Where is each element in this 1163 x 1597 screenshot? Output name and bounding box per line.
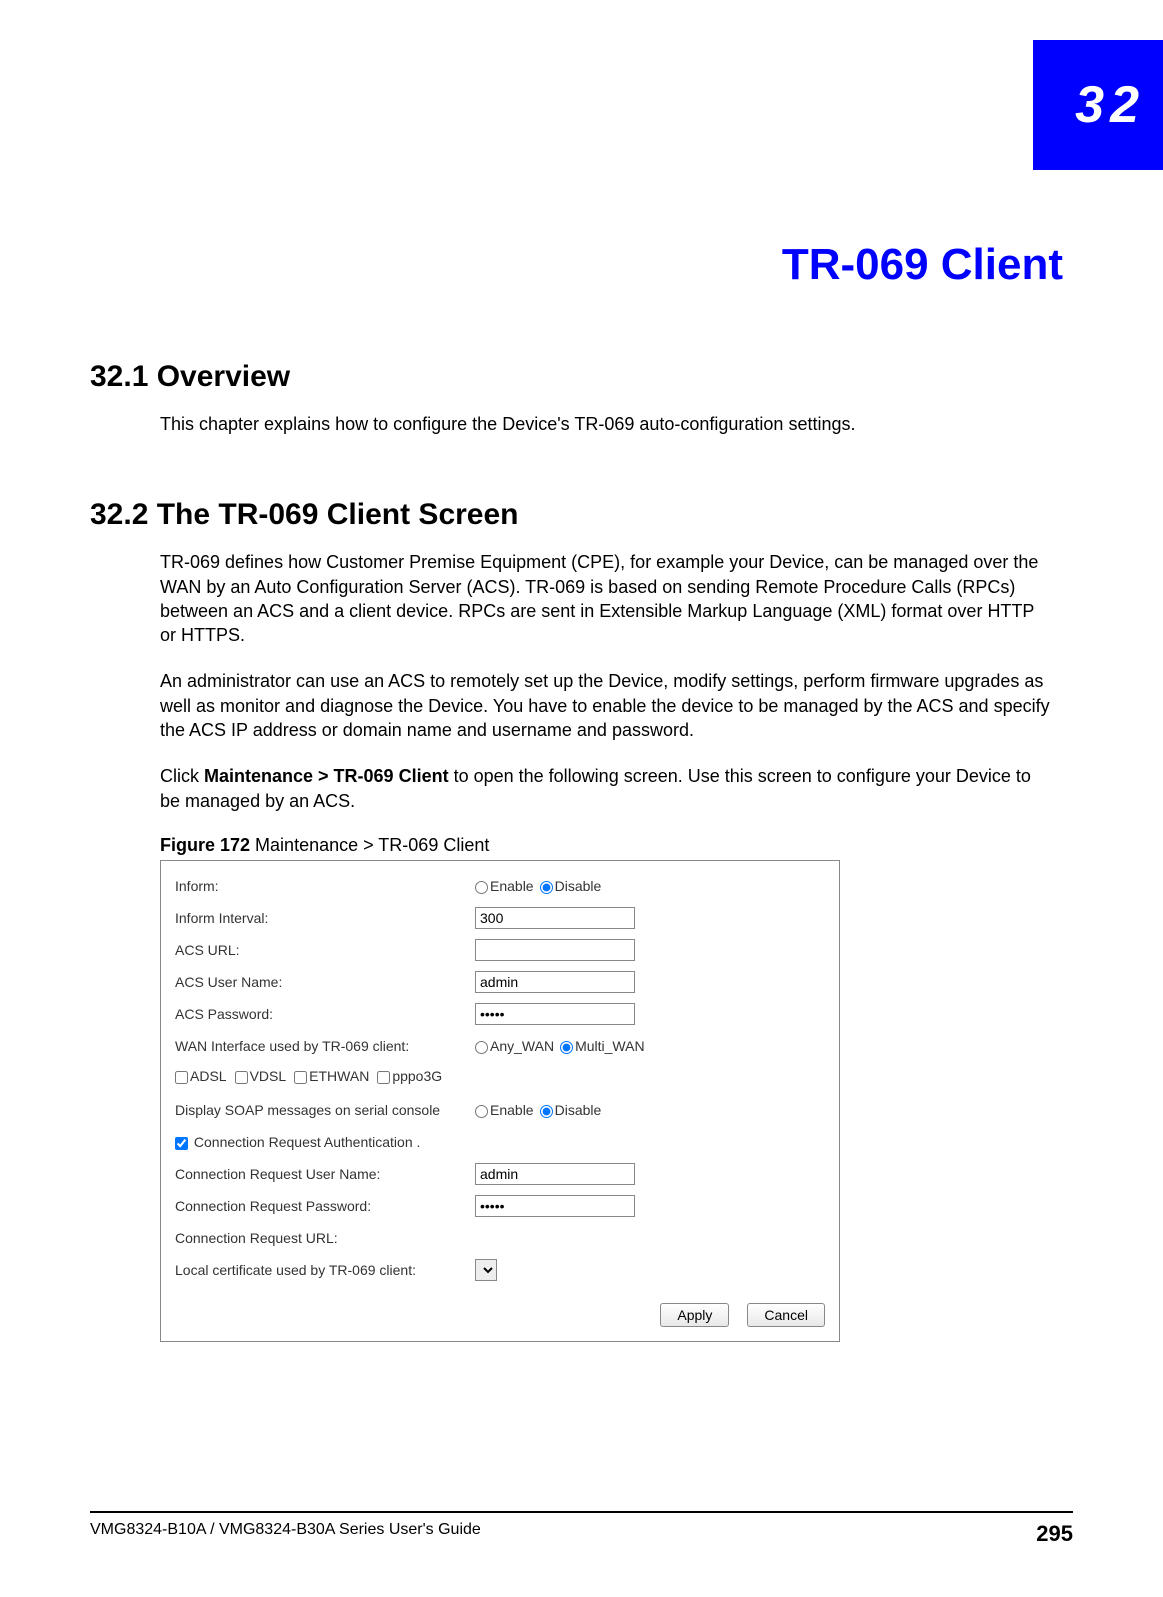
ethwan-checkbox[interactable]	[294, 1071, 307, 1084]
local-cert-select[interactable]	[475, 1259, 497, 1281]
label-acs-pass: ACS Password:	[175, 1006, 475, 1022]
label-acs-user: ACS User Name:	[175, 974, 475, 990]
anywan-radio[interactable]	[475, 1041, 488, 1054]
vdsl-checkbox[interactable]	[235, 1071, 248, 1084]
anywan-option[interactable]: Any_WAN	[475, 1038, 554, 1054]
soap-enable-option[interactable]: Enable	[475, 1102, 534, 1118]
adsl-option[interactable]: ADSL	[175, 1068, 227, 1084]
acs-user-input[interactable]	[475, 971, 635, 993]
section-overview-heading: 32.1 Overview	[90, 360, 1073, 394]
figure-title: Maintenance > TR-069 Client	[250, 835, 489, 855]
p3-bold: Maintenance > TR-069 Client	[204, 766, 449, 786]
label-conn-user: Connection Request User Name:	[175, 1166, 475, 1182]
screen-paragraph-1: TR-069 defines how Customer Premise Equi…	[160, 550, 1053, 647]
soap-disable-option[interactable]: Disable	[540, 1102, 602, 1118]
inform-interval-input[interactable]	[475, 907, 635, 929]
cancel-button[interactable]: Cancel	[747, 1303, 825, 1327]
footer-page-number: 295	[1036, 1521, 1073, 1547]
soap-enable-radio[interactable]	[475, 1105, 488, 1118]
inform-disable-radio[interactable]	[540, 881, 553, 894]
conn-auth-checkbox[interactable]	[175, 1137, 188, 1150]
conn-auth-option[interactable]: Connection Request Authentication .	[175, 1134, 420, 1150]
figure-caption: Figure 172 Maintenance > TR-069 Client	[160, 835, 1073, 856]
page-footer: VMG8324-B10A / VMG8324-B30A Series User'…	[90, 1511, 1073, 1547]
label-local-cert: Local certificate used by TR-069 client:	[175, 1262, 475, 1278]
p3-pre: Click	[160, 766, 204, 786]
soap-disable-label: Disable	[555, 1102, 602, 1118]
figure-tr069-form: Inform: Enable Disable Inform Interval: …	[160, 860, 840, 1342]
anywan-label: Any_WAN	[490, 1038, 554, 1054]
conn-auth-label: Connection Request Authentication .	[194, 1134, 421, 1150]
label-conn-pass: Connection Request Password:	[175, 1198, 475, 1214]
chapter-title: TR-069 Client	[90, 240, 1073, 290]
chapter-number: 32	[1075, 75, 1145, 135]
inform-disable-option[interactable]: Disable	[540, 878, 602, 894]
multiwan-radio[interactable]	[560, 1041, 573, 1054]
pppo3g-option[interactable]: pppo3G	[377, 1068, 442, 1084]
ethwan-option[interactable]: ETHWAN	[294, 1068, 369, 1084]
screen-paragraph-2: An administrator can use an ACS to remot…	[160, 669, 1053, 742]
inform-disable-label: Disable	[555, 878, 602, 894]
adsl-checkbox[interactable]	[175, 1071, 188, 1084]
chapter-number-badge: 32	[1033, 40, 1163, 170]
pppo3g-checkbox[interactable]	[377, 1071, 390, 1084]
pppo3g-label: pppo3G	[392, 1068, 442, 1084]
overview-paragraph: This chapter explains how to configure t…	[160, 412, 1053, 436]
label-wan-iface: WAN Interface used by TR-069 client:	[175, 1038, 475, 1054]
screen-paragraph-3: Click Maintenance > TR-069 Client to ope…	[160, 764, 1053, 813]
vdsl-label: VDSL	[250, 1068, 287, 1084]
section-screen-heading: 32.2 The TR-069 Client Screen	[90, 498, 1073, 532]
conn-pass-input[interactable]	[475, 1195, 635, 1217]
apply-button[interactable]: Apply	[660, 1303, 729, 1327]
conn-user-input[interactable]	[475, 1163, 635, 1185]
vdsl-option[interactable]: VDSL	[235, 1068, 287, 1084]
ethwan-label: ETHWAN	[309, 1068, 369, 1084]
adsl-label: ADSL	[190, 1068, 227, 1084]
soap-enable-label: Enable	[490, 1102, 534, 1118]
label-soap: Display SOAP messages on serial console	[175, 1102, 475, 1118]
inform-enable-radio[interactable]	[475, 881, 488, 894]
multiwan-label: Multi_WAN	[575, 1038, 645, 1054]
acs-pass-input[interactable]	[475, 1003, 635, 1025]
inform-enable-label: Enable	[490, 878, 534, 894]
footer-guide-title: VMG8324-B10A / VMG8324-B30A Series User'…	[90, 1521, 481, 1547]
soap-disable-radio[interactable]	[540, 1105, 553, 1118]
multiwan-option[interactable]: Multi_WAN	[560, 1038, 645, 1054]
page-container: 32 TR-069 Client 32.1 Overview This chap…	[0, 0, 1163, 1597]
acs-url-input[interactable]	[475, 939, 635, 961]
label-inform: Inform:	[175, 878, 475, 894]
label-inform-interval: Inform Interval:	[175, 910, 475, 926]
inform-enable-option[interactable]: Enable	[475, 878, 534, 894]
figure-label: Figure 172	[160, 835, 250, 855]
label-conn-url: Connection Request URL:	[175, 1230, 475, 1246]
label-acs-url: ACS URL:	[175, 942, 475, 958]
